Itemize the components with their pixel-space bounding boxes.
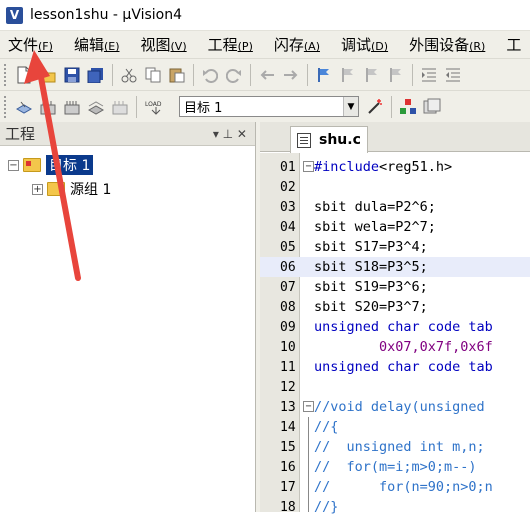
unindent-icon[interactable] (443, 65, 463, 85)
bookmark-icon[interactable] (314, 65, 334, 85)
code-line: 08 sbit S20=P3^7; (280, 299, 428, 315)
menu-peripherals[interactable]: 外围设备(R) (407, 32, 487, 57)
code-text: #include<reg51.h> (314, 159, 453, 175)
toolbar-grip[interactable] (4, 95, 8, 118)
tab-label: shu.c (319, 132, 361, 148)
window-title: lesson1shu - µVision4 (30, 7, 183, 23)
target-options-magic-wand-icon[interactable] (365, 97, 385, 117)
menu-flash[interactable]: 闪存(A) (272, 32, 322, 57)
toolbar-separator (391, 95, 392, 118)
redo-icon[interactable] (224, 65, 244, 85)
code-line: 09 unsigned char code tab (280, 319, 493, 335)
code-line: 12 (280, 379, 296, 395)
target-select[interactable]: 目标 1 ▼ (179, 96, 359, 117)
save-icon[interactable] (62, 65, 82, 85)
tab-shu-c[interactable]: shu.c (290, 126, 368, 153)
code-line: 18//} (280, 499, 339, 515)
fold-guide (308, 417, 309, 512)
bookmark-clear-icon[interactable] (386, 65, 406, 85)
file-extensions-icon[interactable] (398, 97, 418, 117)
tree-label-source-group: 源组 1 (70, 182, 112, 198)
collapse-icon[interactable]: − (8, 159, 19, 171)
menu-bar: 文件(F) 编辑(E) 视图(V) 工程(P) 闪存(A) 调试(D) 外围设备… (0, 30, 530, 58)
nav-forward-icon[interactable] (281, 65, 301, 85)
folder-icon (47, 182, 65, 196)
uvision-app-icon: V (6, 6, 23, 24)
standard-toolbar (0, 58, 530, 90)
code-line: 03 sbit dula=P2^6; (280, 199, 436, 215)
code-line: 17// for(n=90;n>0;n (280, 479, 493, 495)
project-pane-header: 工程 ▾ ⊥ ✕ (0, 122, 255, 146)
menu-file[interactable]: 文件(F) (6, 32, 55, 57)
toolbar-separator (112, 63, 113, 86)
menu-view[interactable]: 视图(V) (139, 32, 189, 57)
code-line: 05 sbit S17=P3^4; (280, 239, 428, 255)
load-download-icon[interactable]: LOAD (143, 97, 169, 117)
open-folder-icon[interactable] (38, 65, 58, 85)
title-bar: V lesson1shu - µVision4 (0, 0, 530, 30)
target-folder-icon (23, 158, 41, 172)
expand-icon[interactable]: + (32, 183, 43, 195)
toolbar-separator (136, 95, 137, 118)
toolbar-separator (307, 63, 308, 86)
copy-icon[interactable] (143, 65, 163, 85)
code-line: 01− #include<reg51.h> (280, 159, 453, 175)
menu-project[interactable]: 工程(P) (206, 32, 255, 57)
toolbar-separator (193, 63, 194, 86)
tree-node-target[interactable]: − 目标 1 (8, 155, 94, 175)
save-all-icon[interactable] (86, 65, 106, 85)
bookmark-prev-icon[interactable] (338, 65, 358, 85)
editor-pane: shu.c 01− #include<reg51.h> 02 03 sbit dul… (260, 122, 530, 515)
new-file-icon[interactable] (14, 65, 34, 85)
target-select-value: 目标 1 (184, 101, 223, 116)
source-file-icon (297, 132, 311, 148)
toolbar-grip[interactable] (4, 63, 8, 86)
build-toolbar: LOAD 目标 1 ▼ (0, 90, 530, 122)
cut-icon[interactable] (119, 65, 139, 85)
toolbar-separator (412, 63, 413, 86)
code-line: 04 sbit wela=P2^7; (280, 219, 436, 235)
code-line: 14//{ (280, 419, 339, 435)
chevron-down-icon[interactable]: ▼ (343, 97, 358, 116)
toolbar-separator (250, 63, 251, 86)
pane-controls[interactable]: ▾ ⊥ ✕ (213, 127, 247, 141)
project-pane: 工程 ▾ ⊥ ✕ − 目标 1 + 源组 1 (0, 122, 256, 512)
tree-label-target: 目标 1 (46, 155, 94, 175)
rebuild-icon[interactable] (62, 97, 82, 117)
svg-text:LOAD: LOAD (145, 101, 162, 108)
menu-edit[interactable]: 编辑(E) (72, 32, 122, 57)
build-icon[interactable] (38, 97, 58, 117)
nav-back-icon[interactable] (257, 65, 277, 85)
bookmark-next-icon[interactable] (362, 65, 382, 85)
batch-build-icon[interactable] (86, 97, 106, 117)
code-line: 07 sbit S19=P3^6; (280, 279, 428, 295)
tree-node-source-group[interactable]: + 源组 1 (32, 179, 111, 199)
stop-build-icon[interactable] (110, 97, 130, 117)
code-line: 13−//void delay(unsigned (280, 399, 485, 415)
manage-books-icon[interactable] (422, 97, 442, 117)
menu-debug[interactable]: 调试(D) (339, 32, 390, 57)
code-editor[interactable]: 01− #include<reg51.h> 02 03 sbit dula=P2^6… (260, 153, 530, 515)
code-line: 11 unsigned char code tab (280, 359, 493, 375)
translate-icon[interactable] (14, 97, 34, 117)
code-line: 02 (280, 179, 296, 195)
code-line: 10 0x07,0x7f,0x6f (280, 339, 493, 355)
code-line: 16// for(m=i;m>0;m--) (280, 459, 477, 475)
indent-icon[interactable] (419, 65, 439, 85)
fold-collapse-icon[interactable]: − (303, 161, 314, 172)
paste-icon[interactable] (167, 65, 187, 85)
code-line-highlighted: 06 sbit S18=P3^5; (260, 257, 530, 277)
editor-tabstrip: shu.c (260, 122, 530, 153)
code-line: 15// unsigned int m,n; (280, 439, 485, 455)
fold-collapse-icon[interactable]: − (303, 401, 314, 412)
menu-tools[interactable]: 工 (504, 32, 523, 57)
undo-icon[interactable] (200, 65, 220, 85)
project-pane-title: 工程 (5, 125, 36, 143)
